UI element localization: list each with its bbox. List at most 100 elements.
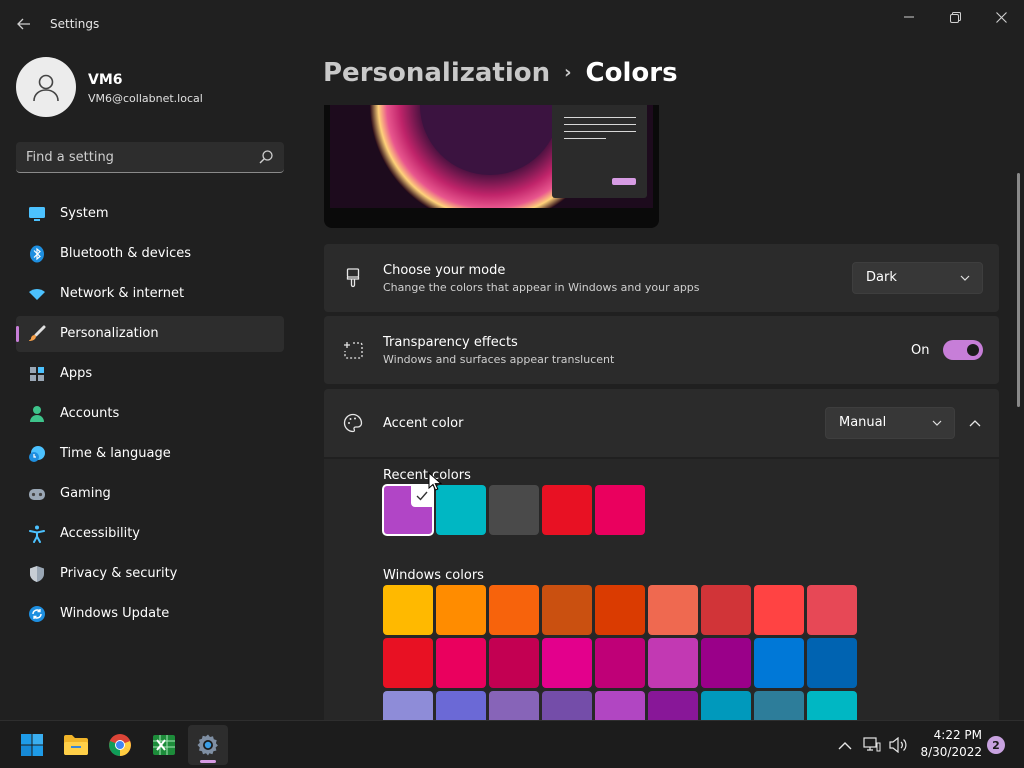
windows-color-swatch[interactable] [542, 638, 592, 688]
settings-app-button[interactable] [188, 725, 228, 765]
clock-date[interactable]: 8/30/2022 [912, 745, 982, 759]
windows-color-swatch[interactable] [383, 638, 433, 688]
windows-color-swatch[interactable] [701, 638, 751, 688]
app-title: Settings [50, 17, 100, 31]
windows-color-swatch[interactable] [595, 585, 645, 635]
title-bar: Settings [0, 0, 1024, 48]
mode-card: Choose your mode Change the colors that … [324, 244, 999, 312]
gear-icon [197, 734, 218, 756]
network-status-button[interactable] [862, 735, 882, 755]
breadcrumb-parent[interactable]: Personalization [323, 58, 550, 88]
sidebar-item-system[interactable]: System [16, 196, 284, 232]
windows-color-swatch[interactable] [489, 691, 539, 720]
mouse-cursor-icon [428, 472, 442, 491]
windows-color-swatch[interactable] [542, 585, 592, 635]
minimize-button[interactable] [891, 6, 927, 28]
transparency-description: Windows and surfaces appear translucent [383, 353, 615, 366]
back-button[interactable] [10, 10, 38, 38]
accessibility-icon [28, 525, 46, 543]
sidebar-item-apps[interactable]: Apps [16, 356, 284, 392]
clock-globe-icon [28, 445, 46, 463]
volume-icon [889, 737, 907, 753]
avatar[interactable] [16, 57, 76, 117]
file-explorer-button[interactable] [56, 725, 96, 765]
sidebar-item-network[interactable]: Network & internet [16, 276, 284, 312]
sidebar-item-accounts[interactable]: Accounts [16, 396, 284, 432]
windows-color-swatch[interactable] [436, 585, 486, 635]
preview-wallpaper [330, 105, 653, 208]
sidebar-item-privacy[interactable]: Privacy & security [16, 556, 284, 592]
sidebar-item-windows-update[interactable]: Windows Update [16, 596, 284, 632]
windows-color-swatch[interactable] [807, 638, 857, 688]
close-button[interactable] [983, 6, 1019, 28]
transparency-toggle[interactable] [943, 340, 983, 360]
windows-color-swatch[interactable] [807, 691, 857, 720]
windows-color-swatch[interactable] [436, 638, 486, 688]
windows-color-swatch[interactable] [754, 691, 804, 720]
windows-color-swatch[interactable] [807, 585, 857, 635]
start-button[interactable] [12, 725, 52, 765]
page-title: Colors [585, 58, 678, 88]
taskbar [0, 720, 1024, 768]
recent-color-swatch[interactable] [542, 485, 592, 535]
spreadsheet-icon [153, 735, 175, 755]
breadcrumb-separator: › [564, 62, 572, 83]
transparency-state-label: On [911, 343, 930, 358]
accent-dropdown[interactable]: Manual [825, 407, 955, 439]
windows-color-swatch[interactable] [383, 691, 433, 720]
recent-color-swatch[interactable] [382, 484, 434, 536]
spreadsheet-app-button[interactable] [144, 725, 184, 765]
mode-dropdown-value: Dark [866, 270, 897, 285]
active-indicator [16, 326, 19, 342]
chrome-button[interactable] [100, 725, 140, 765]
windows-color-swatch[interactable] [595, 638, 645, 688]
network-icon [863, 737, 881, 752]
sparkle-icon [342, 339, 364, 361]
palette-icon [342, 412, 364, 434]
mode-dropdown[interactable]: Dark [852, 262, 983, 294]
sidebar-item-accessibility[interactable]: Accessibility [16, 516, 284, 552]
windows-color-swatch[interactable] [436, 691, 486, 720]
windows-color-swatch[interactable] [648, 691, 698, 720]
notification-badge[interactable]: 2 [987, 736, 1005, 754]
breadcrumb: Personalization › Colors [323, 58, 678, 88]
windows-color-swatch[interactable] [648, 585, 698, 635]
search-box[interactable] [16, 142, 284, 173]
sidebar-item-bluetooth[interactable]: Bluetooth & devices [16, 236, 284, 272]
recent-color-swatch[interactable] [436, 485, 486, 535]
windows-color-swatch[interactable] [648, 638, 698, 688]
windows-color-swatch[interactable] [701, 691, 751, 720]
maximize-button[interactable] [937, 6, 973, 28]
windows-color-swatch[interactable] [701, 585, 751, 635]
sidebar-item-gaming[interactable]: Gaming [16, 476, 284, 512]
search-input[interactable] [26, 142, 246, 172]
sidebar-item-personalization[interactable]: Personalization [16, 316, 284, 352]
sidebar-item-label: Accessibility [60, 526, 140, 541]
windows-color-swatch[interactable] [489, 585, 539, 635]
transparency-title: Transparency effects [383, 335, 518, 350]
sidebar-item-time-language[interactable]: Time & language [16, 436, 284, 472]
sidebar-item-label: Apps [60, 366, 93, 381]
theme-preview [324, 105, 659, 228]
gamepad-icon [28, 485, 46, 503]
scrollbar-thumb[interactable] [1017, 173, 1020, 407]
accent-card: Accent color Manual [324, 389, 999, 457]
windows-color-swatch[interactable] [542, 691, 592, 720]
bluetooth-icon [28, 245, 46, 263]
accent-collapse-button[interactable] [964, 412, 986, 434]
sidebar-item-label: Personalization [60, 326, 159, 341]
search-icon[interactable] [258, 149, 274, 165]
recent-color-swatch[interactable] [489, 485, 539, 535]
volume-button[interactable] [888, 735, 908, 755]
recent-color-swatch[interactable] [595, 485, 645, 535]
sidebar-item-label: Accounts [60, 406, 120, 421]
windows-color-swatch[interactable] [754, 638, 804, 688]
show-hidden-icons-button[interactable] [835, 735, 855, 755]
mode-description: Change the colors that appear in Windows… [383, 281, 700, 294]
windows-color-swatch[interactable] [595, 691, 645, 720]
windows-color-swatch[interactable] [489, 638, 539, 688]
windows-color-swatch[interactable] [383, 585, 433, 635]
windows-color-swatch[interactable] [754, 585, 804, 635]
toggle-knob [967, 344, 979, 356]
clock-time[interactable]: 4:22 PM [922, 728, 982, 742]
